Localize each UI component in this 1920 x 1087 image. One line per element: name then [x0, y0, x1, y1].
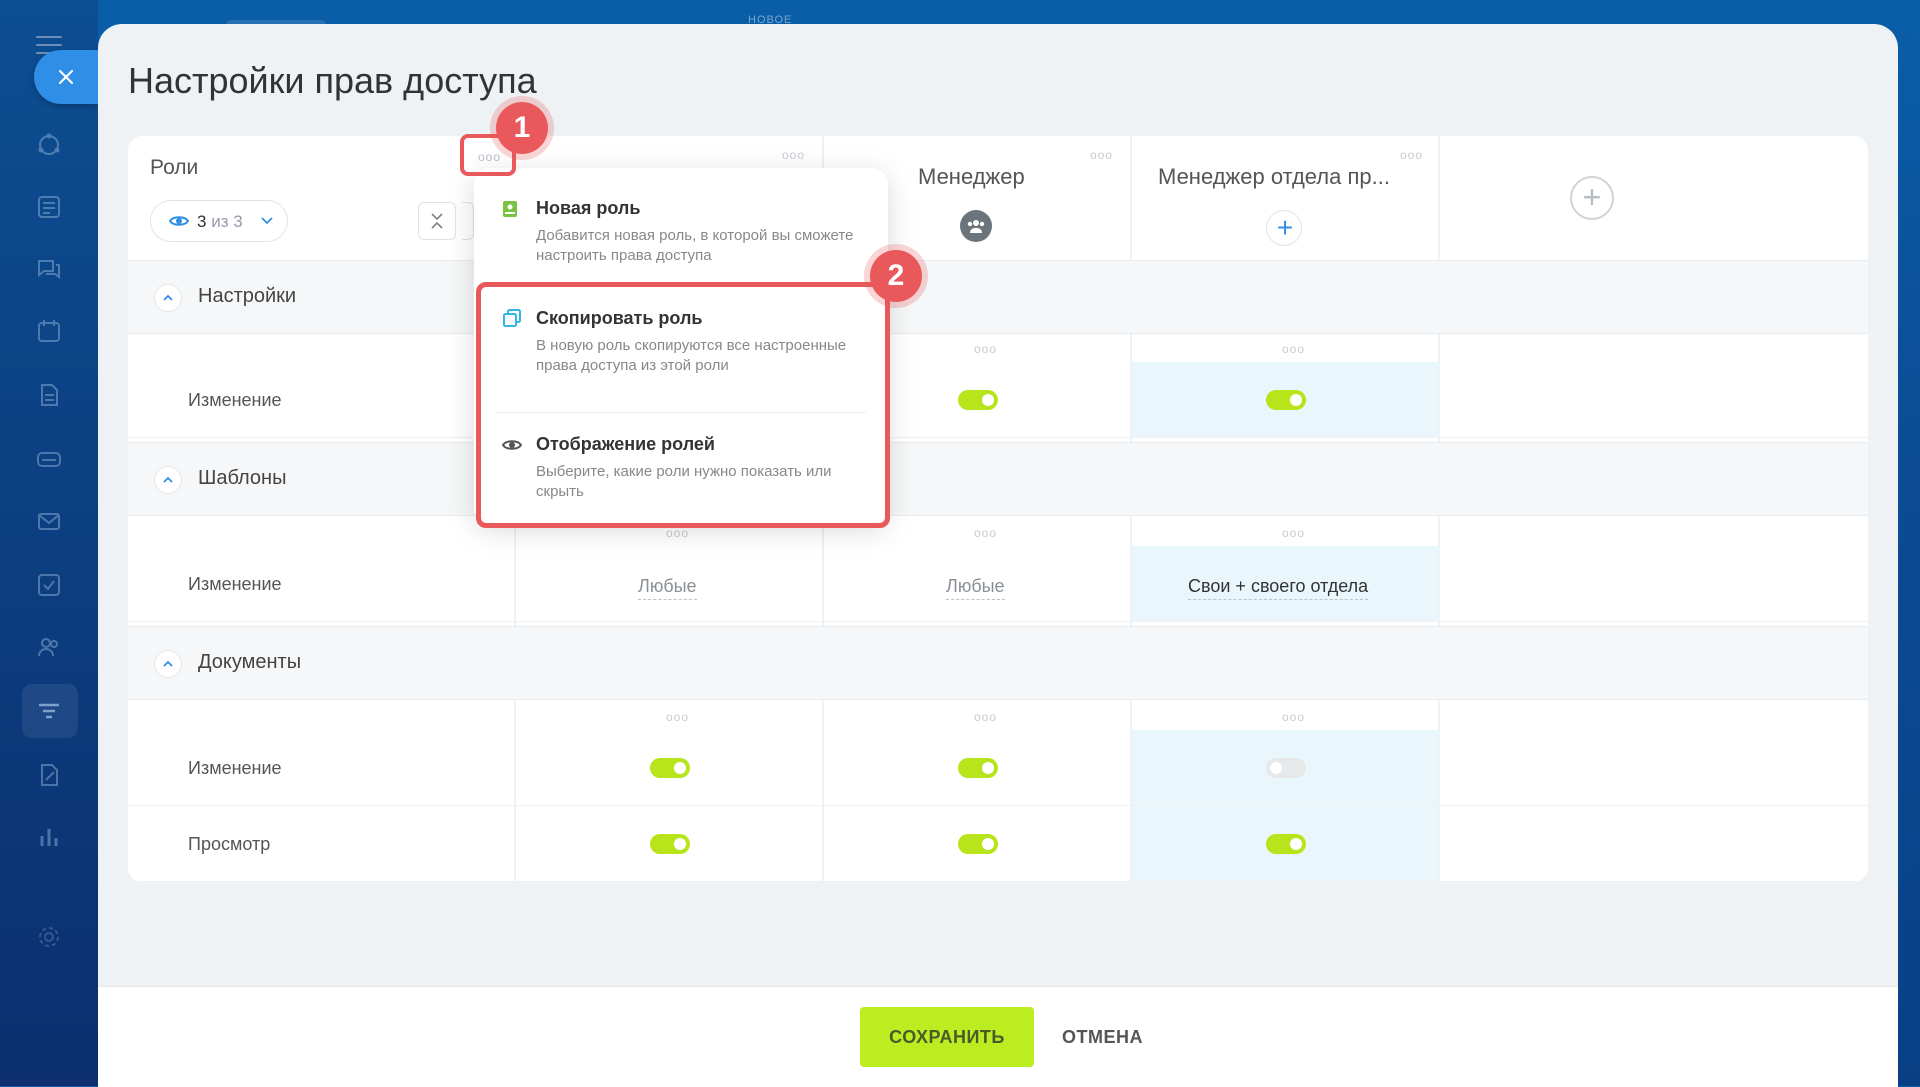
cell-menu-icon[interactable]: ooo [666, 526, 689, 540]
drive-icon[interactable] [36, 446, 62, 472]
visible-count: 3 [197, 212, 207, 231]
close-icon [58, 69, 74, 85]
eye-icon [169, 216, 189, 226]
column-menu-icon[interactable]: ooo [1090, 148, 1113, 162]
cell-menu-icon[interactable]: ooo [1282, 342, 1305, 356]
column-menu-icon[interactable]: ooo [782, 148, 805, 162]
row-label: Изменение [188, 574, 282, 594]
roles-visibility-selector[interactable]: 3 из 3 [150, 200, 288, 242]
row-label: Просмотр [188, 834, 271, 854]
permission-toggle[interactable] [1266, 834, 1306, 854]
settings-icon[interactable] [36, 924, 62, 950]
filter-icon[interactable] [36, 698, 62, 724]
section-toggle[interactable] [154, 284, 182, 312]
cell-menu-icon[interactable]: ooo [974, 342, 997, 356]
table-row: Просмотр [128, 806, 1868, 882]
section-title: Шаблоны [198, 467, 287, 489]
row-label: Изменение [188, 758, 282, 778]
section-toggle[interactable] [154, 650, 182, 678]
column-menu-icon[interactable]: ooo [1400, 148, 1423, 162]
chevron-up-icon [163, 476, 173, 483]
chat-icon[interactable] [36, 256, 62, 282]
permission-toggle[interactable] [958, 758, 998, 778]
calendar-icon[interactable] [36, 318, 62, 344]
permission-toggle[interactable] [650, 834, 690, 854]
annotation-badge-1: 1 [496, 102, 548, 154]
permission-toggle[interactable] [650, 758, 690, 778]
group-icon [967, 220, 985, 233]
permission-toggle[interactable] [958, 390, 998, 410]
tasks-icon[interactable] [36, 572, 62, 598]
footer-bar: СОХРАНИТЬ ОТМЕНА [98, 986, 1898, 1087]
annotation-highlight-2 [476, 282, 890, 528]
permission-value[interactable]: Любые [946, 576, 1005, 600]
chevron-up-icon [163, 660, 173, 667]
save-button[interactable]: СОХРАНИТЬ [860, 1007, 1034, 1067]
collapse-all-button[interactable] [418, 202, 456, 240]
row-label: Изменение [188, 390, 282, 410]
feed-icon[interactable] [36, 194, 62, 220]
role-title: Менеджер отдела пр... [1158, 164, 1390, 189]
new-role-icon [503, 201, 517, 217]
menu-item-title: Новая роль [536, 198, 641, 218]
cell-menu-icon[interactable]: ooo [1282, 710, 1305, 724]
sign-icon[interactable] [36, 762, 62, 788]
cell-menu-icon[interactable]: ooo [974, 526, 997, 540]
expand-all-button[interactable] [462, 202, 474, 240]
cell-menu-icon[interactable]: ooo [974, 710, 997, 724]
analytics-icon[interactable] [36, 824, 62, 850]
section-title: Настройки [198, 285, 297, 307]
role-title: Менеджер [918, 164, 1025, 189]
section-documents[interactable]: Документы [128, 626, 1868, 700]
role-members-avatar[interactable] [960, 210, 992, 242]
plus-icon: + [1276, 212, 1294, 243]
mail-icon[interactable] [36, 508, 62, 534]
roles-header-label: Роли [150, 156, 199, 179]
cancel-button[interactable]: ОТМЕНА [1056, 1007, 1149, 1067]
cell-menu-icon[interactable]: ooo [1282, 526, 1305, 540]
add-role-column-button[interactable]: + [1570, 176, 1614, 220]
annotation-badge-2: 2 [870, 250, 922, 302]
crm-icon[interactable] [36, 132, 62, 158]
left-sidebar [0, 0, 98, 1086]
cell-menu-icon[interactable]: ooo [666, 710, 689, 724]
menu-item-desc: Добавится новая роль, в которой вы сможе… [536, 227, 854, 264]
section-settings[interactable]: Настройки [128, 260, 1868, 334]
permission-toggle[interactable] [1266, 758, 1306, 778]
permission-value[interactable]: Свои + своего отдела [1188, 576, 1369, 600]
visible-total: из 3 [211, 212, 243, 231]
table-row: Изменение Любые Любые Свои + своего отде… [128, 546, 1868, 622]
table-row: Изменение [128, 362, 1868, 438]
permissions-table: Роли 3 из 3 ooo ooo ooo Менеджер Менедже… [128, 136, 1868, 882]
chevron-down-icon [261, 217, 273, 225]
collapse-icon [431, 213, 443, 229]
contacts-icon[interactable] [36, 634, 62, 660]
permission-value[interactable]: Любые [638, 576, 697, 600]
close-panel-button[interactable] [34, 50, 98, 104]
document-icon[interactable] [36, 382, 62, 408]
section-toggle[interactable] [154, 466, 182, 494]
page-title: Настройки прав доступа [128, 60, 537, 101]
section-title: Документы [198, 651, 302, 673]
table-row: Изменение [128, 730, 1868, 806]
chevron-up-icon [163, 294, 173, 301]
permission-toggle[interactable] [958, 834, 998, 854]
plus-icon: + [1582, 179, 1602, 215]
add-member-button[interactable]: + [1266, 210, 1302, 246]
permission-toggle[interactable] [1266, 390, 1306, 410]
access-settings-panel: Настройки прав доступа Роли 3 из 3 ooo o… [98, 24, 1898, 1086]
section-templates[interactable]: Шаблоны [128, 442, 1868, 516]
